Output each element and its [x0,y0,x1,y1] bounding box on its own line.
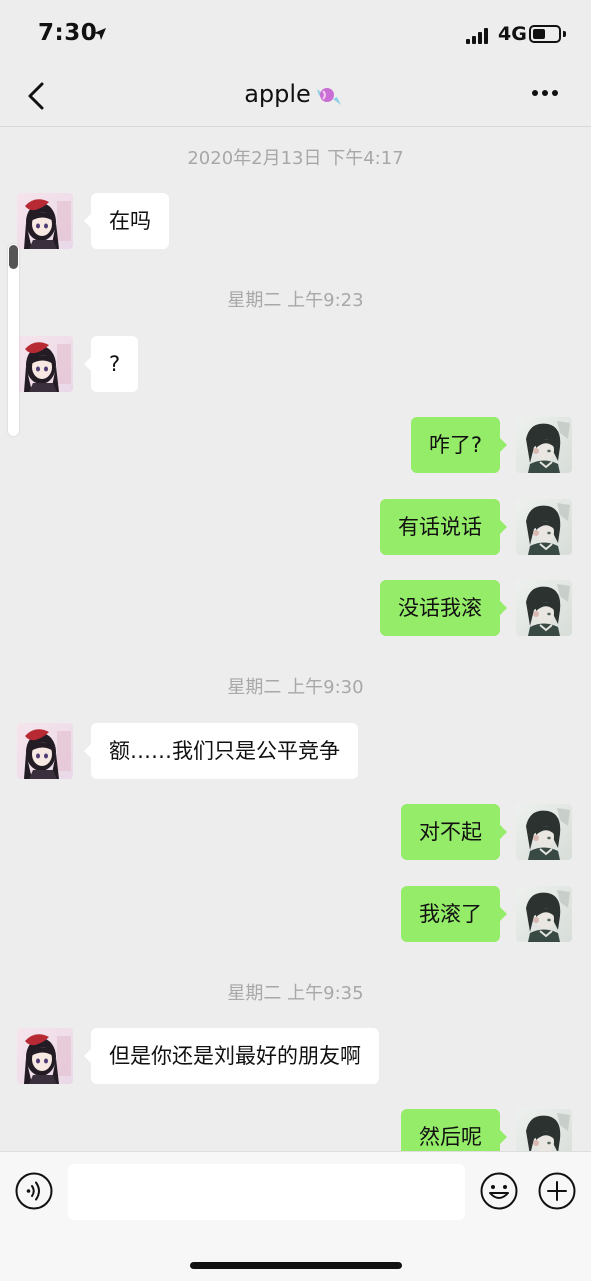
sent-message[interactable]: 然后呢 [401,1109,507,1151]
received-message[interactable]: 在吗 [84,193,169,249]
timestamp: 星期二 上午9:30 [227,677,364,698]
contact-avatar[interactable] [17,1028,73,1084]
chat-title: apple [0,80,591,108]
signal-icon [466,28,492,44]
scrollbar-thumb[interactable] [9,245,18,269]
my-avatar[interactable] [516,417,572,473]
emoji-icon[interactable] [480,1172,518,1210]
status-bar: 7:30 4G [0,0,591,70]
my-avatar[interactable] [516,499,572,555]
contact-avatar[interactable] [17,723,73,779]
voice-icon[interactable] [15,1172,53,1210]
received-message[interactable]: 额……我们只是公平竞争 [84,723,358,779]
sent-message[interactable]: 我滚了 [401,886,507,942]
timestamp: 2020年2月13日 下午4:17 [187,148,404,169]
chat-header: apple [0,70,591,127]
network-type: 4G [498,23,527,45]
home-indicator[interactable] [190,1262,402,1269]
plus-icon[interactable] [538,1172,576,1210]
sent-message[interactable]: 没话我滚 [380,580,507,636]
my-avatar[interactable] [516,804,572,860]
status-time: 7:30 [38,20,98,46]
my-avatar[interactable] [516,886,572,942]
timestamp: 星期二 上午9:23 [227,290,364,311]
sent-message[interactable]: 咋了? [410,417,508,473]
my-avatar[interactable] [516,1109,572,1151]
more-dots-icon[interactable] [530,90,562,100]
timestamp: 星期二 上午9:35 [227,983,364,1004]
scrollbar[interactable] [8,244,19,436]
my-avatar[interactable] [516,580,572,636]
candy-icon [317,88,341,105]
contact-avatar[interactable] [17,336,73,392]
battery-icon [529,25,561,43]
sent-message[interactable]: 有话说话 [380,499,507,555]
sent-message[interactable]: 对不起 [401,804,507,860]
contact-name: apple [244,80,311,108]
received-message[interactable]: ? [83,336,139,392]
message-input[interactable] [68,1164,465,1220]
message-list[interactable]: 2020年2月13日 下午4:17 在吗 星期二 上午9:23 ? 咋了? 有话… [0,127,591,1151]
location-arrow-icon [94,28,106,40]
contact-avatar[interactable] [17,193,73,249]
input-bar [0,1151,591,1281]
received-message[interactable]: 但是你还是刘最好的朋友啊 [84,1028,379,1084]
